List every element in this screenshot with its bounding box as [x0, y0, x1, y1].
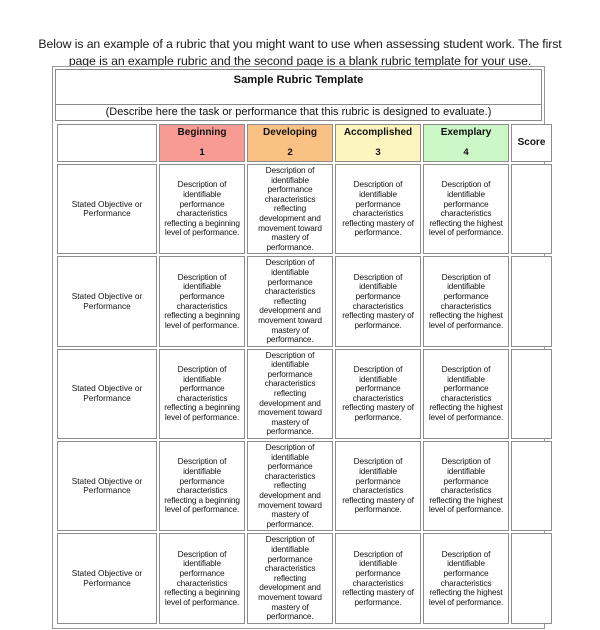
level-header-accomplished: Accomplished 3	[335, 124, 421, 162]
objective-cell[interactable]: Stated Objective or Performance	[57, 164, 157, 255]
description-cell-level-2[interactable]: Description of identifiable performance …	[247, 348, 333, 440]
description-cell-level-4[interactable]: Description of identifiable performance …	[423, 348, 509, 440]
rubric-title: Sample Rubric Template	[233, 74, 364, 86]
description-cell-level-3[interactable]: Description of identifiable performance …	[335, 164, 421, 255]
rubric-row: Stated Objective or Performance Descripti…	[57, 164, 552, 255]
level-header-label: Accomplished	[343, 127, 413, 138]
level-header-number: 4	[463, 147, 469, 159]
description-cell-level-4[interactable]: Description of identifiable performance …	[423, 164, 509, 255]
objective-cell[interactable]: Stated Objective or Performance	[57, 441, 157, 532]
score-cell[interactable]	[511, 348, 552, 440]
description-cell-level-2[interactable]: Description of identifiable performance …	[247, 533, 333, 624]
score-cell[interactable]	[511, 441, 552, 532]
rubric-row: Stated Objective or Performance Descripti…	[57, 256, 552, 347]
description-cell-level-1[interactable]: Description of identifiable performance …	[159, 348, 245, 440]
level-header-number: 3	[375, 147, 381, 159]
description-cell-level-2[interactable]: Description of identifiable performance …	[247, 441, 333, 532]
objective-cell[interactable]: Stated Objective or Performance	[57, 256, 157, 347]
rubric-container: Sample Rubric Template (Describe here th…	[52, 66, 552, 629]
objective-cell[interactable]: Stated Objective or Performance	[57, 348, 157, 440]
rubric-title-box: Sample Rubric Template	[55, 69, 542, 105]
description-cell-level-1[interactable]: Description of identifiable performance …	[159, 441, 245, 532]
description-cell-level-4[interactable]: Description of identifiable performance …	[423, 256, 509, 347]
description-cell-level-3[interactable]: Description of identifiable performance …	[335, 256, 421, 347]
rubric-outer-frame: Sample Rubric Template (Describe here th…	[52, 66, 552, 629]
intro-paragraph: Below is an example of a rubric that you…	[38, 37, 562, 68]
description-cell-level-4[interactable]: Description of identifiable performance …	[423, 533, 509, 624]
score-cell[interactable]	[511, 256, 552, 347]
description-cell-level-1[interactable]: Description of identifiable performance …	[159, 533, 245, 624]
header-corner-cell	[57, 124, 157, 162]
objective-cell[interactable]: Stated Objective or Performance	[57, 533, 157, 624]
level-header-developing: Developing 2	[247, 124, 333, 162]
description-cell-level-1[interactable]: Description of identifiable performance …	[159, 256, 245, 347]
description-cell-level-3[interactable]: Description of identifiable performance …	[335, 441, 421, 532]
description-cell-level-2[interactable]: Description of identifiable performance …	[247, 256, 333, 347]
description-cell-level-3[interactable]: Description of identifiable performance …	[335, 533, 421, 624]
level-header-beginning: Beginning 1	[159, 124, 245, 162]
description-cell-level-4[interactable]: Description of identifiable performance …	[423, 441, 509, 532]
rubric-grid: Beginning 1 Developing 2 Accomplished 3 Exempl…	[55, 122, 554, 626]
rubric-header-row: Beginning 1 Developing 2 Accomplished 3 Exempl…	[57, 124, 552, 162]
description-cell-level-3[interactable]: Description of identifiable performance …	[335, 348, 421, 440]
level-header-label: Exemplary	[440, 127, 492, 138]
rubric-describe-prompt[interactable]: (Describe here the task or performance t…	[55, 105, 542, 121]
page-root: Below is an example of a rubric that you…	[0, 0, 600, 630]
description-cell-level-2[interactable]: Description of identifiable performance …	[247, 164, 333, 255]
score-cell[interactable]	[511, 164, 552, 255]
level-header-label: Developing	[263, 127, 317, 138]
score-cell[interactable]	[511, 533, 552, 624]
level-header-number: 2	[287, 147, 293, 159]
level-header-exemplary: Exemplary 4	[423, 124, 509, 162]
description-cell-level-1[interactable]: Description of identifiable performance …	[159, 164, 245, 255]
level-header-label: Beginning	[177, 127, 227, 138]
rubric-row: Stated Objective or Performance Descripti…	[57, 348, 552, 440]
level-header-number: 1	[199, 147, 205, 159]
score-header: Score	[511, 124, 552, 162]
rubric-row: Stated Objective or Performance Descripti…	[57, 533, 552, 624]
rubric-row: Stated Objective or Performance Descripti…	[57, 441, 552, 532]
